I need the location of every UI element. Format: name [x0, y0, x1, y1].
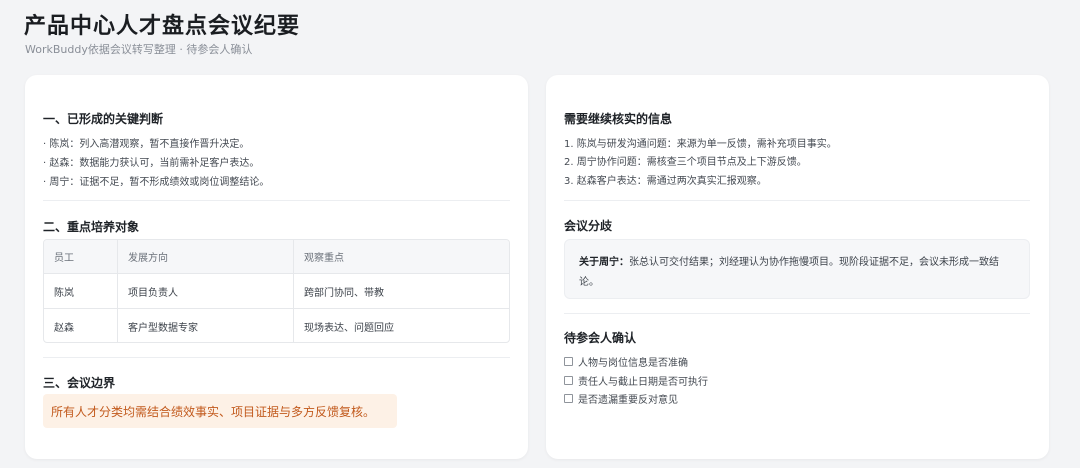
confirm-item-label: 人物与岗位信息是否准确	[578, 358, 688, 369]
confirm-item-label: 责任人与截止日期是否可执行	[578, 377, 708, 388]
verify-item: 2. 周宁协作问题：需核查三个项目节点及上下游反馈。	[564, 157, 807, 168]
section-verify-title: 需要继续核实的信息	[564, 112, 673, 126]
verify-item: 3. 赵森客户表达：需通过两次真实汇报观察。	[564, 176, 767, 187]
confirm-item-label: 是否遗漏重要反对意见	[578, 395, 678, 406]
followup-card: 需要继续核实的信息 1. 陈岚与研发沟通问题：来源为单一反馈，需补充项目事实。 …	[546, 75, 1049, 459]
boundary-note: 所有人才分类均需结合绩效事实、项目证据与多方反馈复核。	[43, 394, 397, 428]
talent-table: 员工 发展方向 观察重点 陈岚 项目负责人 跨部门协同、带教 赵森 客户型数据专…	[43, 239, 510, 343]
table-header-cell: 员工	[44, 240, 118, 273]
checkbox[interactable]	[564, 357, 573, 366]
table-header-cell: 发展方向	[118, 240, 294, 273]
table-header-cell: 观察重点	[304, 253, 344, 264]
divider	[564, 313, 1030, 314]
divider	[564, 200, 1030, 201]
dispute-box: 关于周宁：张总认可交付结果；刘经理认为协作拖慢项目。现阶段证据不足，会议未形成一…	[564, 239, 1030, 299]
table-cell: 项目负责人	[118, 274, 294, 308]
table-cell: 客户型数据专家	[118, 309, 294, 342]
divider	[43, 357, 510, 358]
page-subtitle: WorkBuddy依据会议转写整理 · 待参会人确认	[25, 43, 253, 56]
confirm-item[interactable]: 责任人与截止日期是否可执行	[564, 373, 708, 388]
table-row: 陈岚 项目负责人 跨部门协同、带教	[44, 274, 509, 309]
table-row: 赵森 客户型数据专家 现场表达、问题回应	[44, 309, 509, 342]
table-cell: 跨部门协同、带教	[304, 287, 384, 299]
judgment-item: · 陈岚：列入高潜观察，暂不直接作晋升决定。	[43, 139, 250, 150]
table-cell: 赵森	[44, 309, 118, 342]
dispute-label: 关于周宁：	[579, 257, 629, 268]
section-confirm-title: 待参会人确认	[564, 331, 637, 345]
section-dispute-title: 会议分歧	[564, 219, 613, 233]
page-title: 产品中心人才盘点会议纪要	[24, 14, 301, 39]
checkbox[interactable]	[564, 376, 573, 385]
verify-item: 1. 陈岚与研发沟通问题：来源为单一反馈，需补充项目事实。	[564, 139, 837, 150]
confirm-item[interactable]: 是否遗漏重要反对意见	[564, 391, 678, 406]
checkbox[interactable]	[564, 394, 573, 403]
summary-card: 一、已形成的关键判断 · 陈岚：列入高潜观察，暂不直接作晋升决定。 · 赵森：数…	[25, 75, 528, 459]
section-key-talents-title: 二、重点培养对象	[43, 220, 140, 234]
dispute-text: 张总认可交付结果；刘经理认为协作拖慢项目。现阶段证据不足，会议未形成一致结论。	[579, 257, 999, 288]
confirm-item[interactable]: 人物与岗位信息是否准确	[564, 354, 688, 369]
judgment-item: · 周宁：证据不足，暂不形成绩效或岗位调整结论。	[43, 177, 270, 188]
table-cell: 现场表达、问题回应	[304, 323, 394, 334]
section-key-judgments-title: 一、已形成的关键判断	[43, 112, 164, 126]
table-header-row: 员工 发展方向 观察重点	[44, 240, 509, 274]
table-cell: 陈岚	[44, 274, 118, 308]
judgment-item: · 赵森：数据能力获认可，当前需补足客户表达。	[43, 158, 260, 169]
section-boundary-title: 三、会议边界	[43, 376, 116, 390]
divider	[43, 200, 510, 201]
